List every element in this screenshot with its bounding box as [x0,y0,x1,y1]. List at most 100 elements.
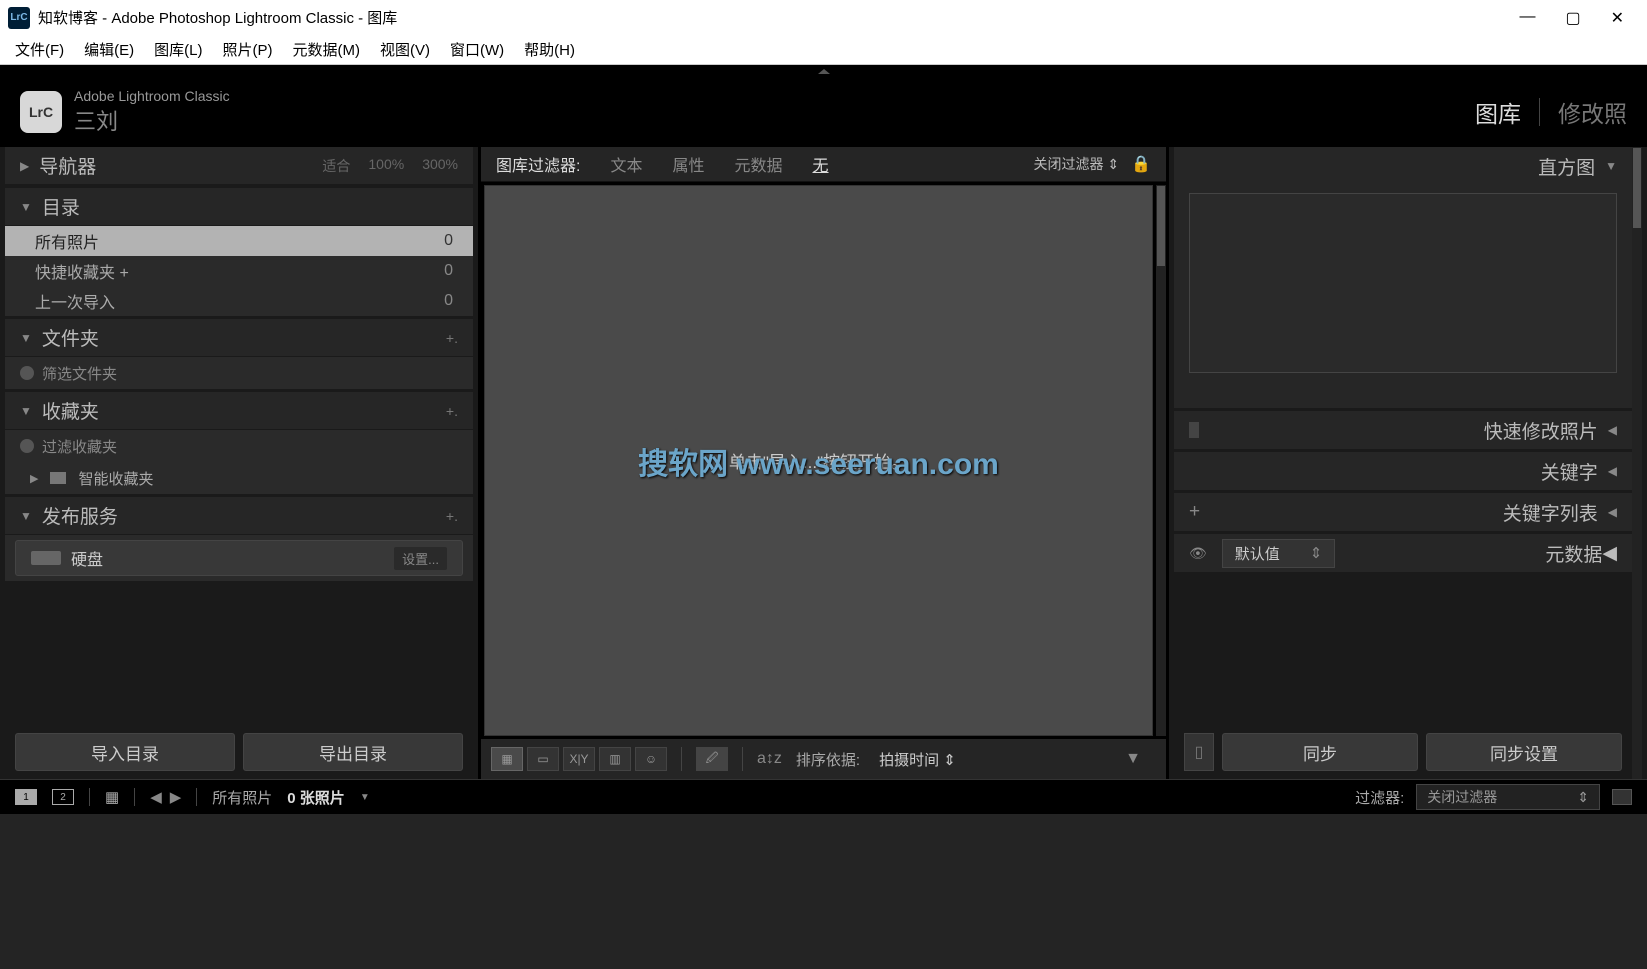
expand-icon: ◀ [1608,423,1617,437]
import-catalog-button[interactable]: 导入目录 [15,733,235,771]
collapse-icon: ▼ [1605,159,1617,173]
filter-lock-icon[interactable]: 🔒 [1131,154,1151,174]
filter-preset-dropdown[interactable]: 关闭过滤器 ⇕ [1033,154,1119,174]
filter-attribute[interactable]: 属性 [672,152,704,176]
catalog-header[interactable]: ▼ 目录 [5,188,473,226]
menu-help[interactable]: 帮助(H) [514,36,585,63]
catalog-all-photos[interactable]: 所有照片 0 [5,226,473,256]
minimize-button[interactable]: — [1519,8,1535,28]
zoom-fit[interactable]: 适合 [322,156,350,176]
sort-label: 排序依据: [796,749,860,770]
filmstrip[interactable] [0,814,1647,969]
compare-view-icon[interactable]: X|Y [563,747,595,771]
survey-view-icon[interactable]: ▥ [599,747,631,771]
sort-dropdown[interactable]: 拍摄时间 ⇕ [879,749,956,770]
expand-icon: ◀ [1608,464,1617,478]
histogram-header[interactable]: 直方图 ▼ [1174,147,1632,185]
eye-icon[interactable]: 👁 [1189,545,1207,562]
product-name: Adobe Lightroom Classic [74,88,230,104]
module-develop-tab[interactable]: 修改照 [1558,95,1627,129]
add-folder-button[interactable]: +. [446,330,458,346]
painter-icon[interactable]: 🖉 [696,747,728,771]
user-name: 三刘 [74,104,230,136]
toolbar-more[interactable]: ▼ [1110,750,1156,768]
filter-text[interactable]: 文本 [610,152,642,176]
catalog-last-import[interactable]: 上一次导入 0 [5,286,473,316]
add-publish-button[interactable]: +. [446,508,458,524]
expand-icon: ▶ [20,159,29,173]
maximize-button[interactable]: ▢ [1565,8,1580,28]
add-keyword-button[interactable]: + [1189,501,1200,523]
primary-display-button[interactable]: 1 [15,789,37,805]
sync-button[interactable]: 同步 [1222,733,1418,771]
metadata-preset-dropdown[interactable]: 默认值⇕ [1222,539,1336,568]
quick-develop-header[interactable]: 快速修改照片 ◀ [1174,411,1632,449]
navigator-header[interactable]: ▶ 导航器 适合 100% 300% [5,147,473,185]
sort-direction-icon[interactable]: a↕z [757,750,782,768]
grid-canvas[interactable]: 搜软网 www.seeruan.com 单击"导入..."按钮开始。 [484,185,1153,736]
collection-filter[interactable]: 过滤收藏夹 [5,430,473,462]
menu-library[interactable]: 图库(L) [144,36,212,63]
expand-icon: ◀ [1602,542,1617,565]
left-panel: ▶ 导航器 适合 100% 300% ▼ 目录 所有照片 0 [0,147,478,779]
photo-count: 0 张照片 [287,787,345,808]
filter-none[interactable]: 无 [813,152,829,176]
folders-header[interactable]: ▼ 文件夹 +. [5,319,473,357]
keyword-list-header[interactable]: + 关键字列表 ◀ [1174,493,1632,531]
module-library-tab[interactable]: 图库 [1475,95,1521,129]
collections-header[interactable]: ▼ 收藏夹 +. [5,392,473,430]
collapse-icon: ▼ [20,331,32,345]
sync-settings-button[interactable]: 同步设置 [1426,733,1622,771]
people-view-icon[interactable]: ☺ [635,747,667,771]
menu-file[interactable]: 文件(F) [5,36,74,63]
right-scrollbar[interactable] [1632,147,1642,779]
zoom-100[interactable]: 100% [368,156,404,176]
close-button[interactable]: ✕ [1611,8,1624,28]
catalog-quick-collection[interactable]: 快捷收藏夹 + 0 [5,256,473,286]
source-dropdown-icon[interactable]: ▼ [360,792,370,803]
filter-metadata[interactable]: 元数据 [734,152,782,176]
collapse-icon: ▼ [20,509,32,523]
nav-forward-icon[interactable]: ▶ [170,788,182,806]
keywords-header[interactable]: 关键字 ◀ [1174,452,1632,490]
bottom-filter-dropdown[interactable]: 关闭过滤器⇕ [1416,784,1600,810]
secondary-display-button[interactable]: 2 [52,789,74,805]
top-panel-handle[interactable] [0,65,1647,77]
app-icon: LrC [8,7,30,29]
menu-metadata[interactable]: 元数据(M) [283,36,371,63]
publish-harddrive[interactable]: 硬盘 设置... [15,540,463,576]
menu-window[interactable]: 窗口(W) [440,36,514,63]
navigator-title: 导航器 [39,152,322,179]
publish-settings-button[interactable]: 设置... [394,547,447,570]
grid-view-icon[interactable]: ▦ [491,747,523,771]
module-header: LrC Adobe Lightroom Classic 三刘 图库 修改照 [0,77,1647,147]
menu-view[interactable]: 视图(V) [370,36,440,63]
smart-collections[interactable]: ▶ 智能收藏夹 [5,462,473,494]
filter-switch-icon[interactable] [1612,789,1632,805]
zoom-300[interactable]: 300% [422,156,458,176]
expand-icon: ▶ [30,472,38,485]
window-title: 知软博客 - Adobe Photoshop Lightroom Classic… [38,7,1519,28]
menu-edit[interactable]: 编辑(E) [74,36,144,63]
nav-back-icon[interactable]: ◀ [150,788,162,806]
folder-filter[interactable]: 筛选文件夹 [5,357,473,389]
loupe-view-icon[interactable]: ▭ [527,747,559,771]
filmstrip-header: 1 2 ▦ ◀ ▶ 所有照片 0 张照片 ▼ 过滤器: 关闭过滤器⇕ [0,779,1647,814]
module-divider [1539,98,1540,126]
publish-header[interactable]: ▼ 发布服务 +. [5,497,473,535]
menu-photo[interactable]: 照片(P) [213,36,283,63]
collapse-icon: ▼ [20,404,32,418]
filter-label: 图库过滤器: [496,152,580,176]
sync-lock-button[interactable]: ▯ [1184,733,1214,771]
scrollbar[interactable] [1156,185,1166,736]
grid-icon[interactable]: ▦ [105,788,119,806]
logo-icon: LrC [20,91,62,133]
collapse-icon: ▼ [20,200,32,214]
expand-icon: ◀ [1608,505,1617,519]
center-panel: 图库过滤器: 文本 属性 元数据 无 关闭过滤器 ⇕ 🔒 搜软网 www.see… [481,147,1166,779]
add-collection-button[interactable]: +. [446,403,458,419]
metadata-header[interactable]: 👁 默认值⇕ 元数据 ◀ [1174,534,1632,572]
export-catalog-button[interactable]: 导出目录 [243,733,463,771]
source-label[interactable]: 所有照片 [212,787,272,808]
search-icon [20,366,34,380]
